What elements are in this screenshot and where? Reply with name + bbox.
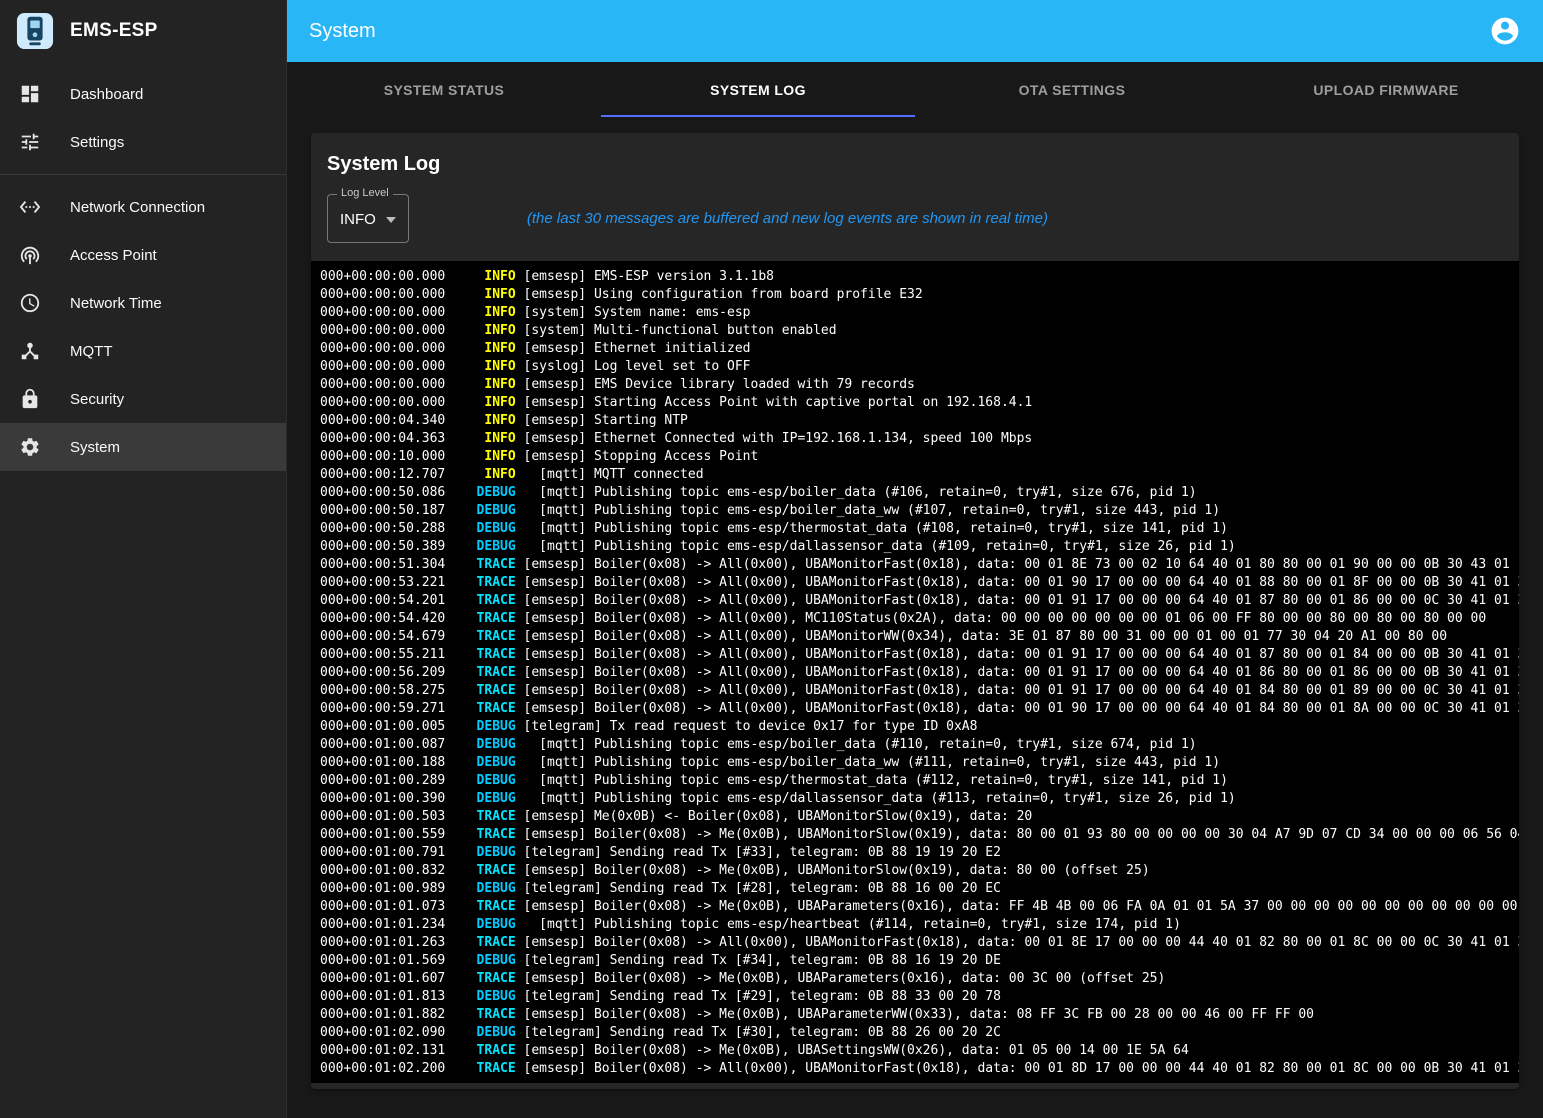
log-line: 000+00:01:01.569 DEBUG [telegram] Sendin… <box>320 952 1519 970</box>
log-line: 000+00:00:04.340 INFO [emsesp] Starting … <box>320 412 1519 430</box>
dashboard-icon <box>18 82 42 106</box>
log-line: 000+00:00:00.000 INFO [emsesp] Using con… <box>320 286 1519 304</box>
log-line: 000+00:00:53.221 TRACE [emsesp] Boiler(0… <box>320 574 1519 592</box>
log-level-select[interactable]: Log Level INFO <box>327 194 409 243</box>
sidebar-item-label: Access Point <box>70 247 157 264</box>
log-line: 000+00:00:00.000 INFO [emsesp] Ethernet … <box>320 340 1519 358</box>
log-line: 000+00:01:00.791 DEBUG [telegram] Sendin… <box>320 844 1519 862</box>
sidebar-item-mqtt[interactable]: MQTT <box>0 327 286 375</box>
log-lines: 000+00:00:00.000 INFO [emsesp] EMS-ESP v… <box>320 268 1519 1083</box>
page-title: System <box>309 20 1489 43</box>
card-title: System Log <box>327 153 1503 176</box>
log-line: 000+00:01:00.559 TRACE [emsesp] Boiler(0… <box>320 826 1519 844</box>
log-line: 000+00:00:51.304 TRACE [emsesp] Boiler(0… <box>320 556 1519 574</box>
tab-bar: SYSTEM STATUSSYSTEM LOGOTA SETTINGSUPLOA… <box>287 62 1543 117</box>
tab-system-status[interactable]: SYSTEM STATUS <box>287 62 601 117</box>
log-line: 000+00:00:50.288 DEBUG [mqtt] Publishing… <box>320 520 1519 538</box>
sidebar-item-label: MQTT <box>70 343 113 360</box>
log-line: 000+00:00:12.707 INFO [mqtt] MQTT connec… <box>320 466 1519 484</box>
log-line: 000+00:01:01.234 DEBUG [mqtt] Publishing… <box>320 916 1519 934</box>
log-line: 000+00:01:00.188 DEBUG [mqtt] Publishing… <box>320 754 1519 772</box>
system-log-card: System Log Log Level INFO (the last 30 m… <box>311 133 1519 1089</box>
sidebar-nav: Dashboard Settings Network Connection Acces… <box>0 62 286 471</box>
lock-icon <box>18 387 42 411</box>
app-title: EMS-ESP <box>70 20 158 42</box>
log-line: 000+00:01:02.131 TRACE [emsesp] Boiler(0… <box>320 1042 1519 1060</box>
log-line: 000+00:00:58.275 TRACE [emsesp] Boiler(0… <box>320 682 1519 700</box>
log-line: 000+00:01:00.005 DEBUG [telegram] Tx rea… <box>320 718 1519 736</box>
log-line: 000+00:00:56.209 TRACE [emsesp] Boiler(0… <box>320 664 1519 682</box>
account-icon[interactable] <box>1489 15 1521 47</box>
app-bar: System <box>287 0 1543 62</box>
sidebar-item-label: Settings <box>70 134 124 151</box>
log-level-value: INFO <box>340 211 376 228</box>
sidebar-item-dashboard[interactable]: Dashboard <box>0 70 286 118</box>
sidebar-divider <box>0 174 286 175</box>
sidebar-item-label: System <box>70 439 120 456</box>
log-line: 000+00:00:00.000 INFO [emsesp] Starting … <box>320 394 1519 412</box>
log-line: 000+00:00:50.187 DEBUG [mqtt] Publishing… <box>320 502 1519 520</box>
access-point-icon <box>18 243 42 267</box>
log-controls: Log Level INFO (the last 30 messages are… <box>327 194 1503 243</box>
sidebar-item-security[interactable]: Security <box>0 375 286 423</box>
gear-icon <box>18 435 42 459</box>
log-line: 000+00:00:54.201 TRACE [emsesp] Boiler(0… <box>320 592 1519 610</box>
sidebar-item-settings[interactable]: Settings <box>0 118 286 166</box>
log-line: 000+00:01:00.390 DEBUG [mqtt] Publishing… <box>320 790 1519 808</box>
log-line: 000+00:01:00.832 TRACE [emsesp] Boiler(0… <box>320 862 1519 880</box>
sidebar: EMS-ESP Dashboard Settings Network Connect… <box>0 0 287 1118</box>
log-line: 000+00:01:00.289 DEBUG [mqtt] Publishing… <box>320 772 1519 790</box>
log-level-label: Log Level <box>337 187 393 199</box>
log-line: 000+00:00:00.000 INFO [system] Multi-fun… <box>320 322 1519 340</box>
settings-tune-icon <box>18 130 42 154</box>
log-line: 000+00:01:00.087 DEBUG [mqtt] Publishing… <box>320 736 1519 754</box>
sidebar-item-network-time[interactable]: Network Time <box>0 279 286 327</box>
log-line: 000+00:01:02.200 TRACE [emsesp] Boiler(0… <box>320 1060 1519 1078</box>
dropdown-caret-icon <box>386 217 396 223</box>
main-column: System SYSTEM STATUSSYSTEM LOGOTA SETTIN… <box>287 0 1543 1118</box>
log-line: 000+00:01:01.073 TRACE [emsesp] Boiler(0… <box>320 898 1519 916</box>
log-line: 000+00:00:54.679 TRACE [emsesp] Boiler(0… <box>320 628 1519 646</box>
ems-esp-logo-icon <box>16 12 54 50</box>
sidebar-item-system[interactable]: System <box>0 423 286 471</box>
sidebar-item-label: Security <box>70 391 124 408</box>
network-connection-icon <box>18 195 42 219</box>
log-line: 000+00:00:04.363 INFO [emsesp] Ethernet … <box>320 430 1519 448</box>
sidebar-item-label: Network Time <box>70 295 162 312</box>
buffer-note: (the last 30 messages are buffered and n… <box>527 210 1048 227</box>
log-line: 000+00:01:01.813 DEBUG [telegram] Sendin… <box>320 988 1519 1006</box>
device-hub-icon <box>18 339 42 363</box>
sidebar-item-label: Network Connection <box>70 199 205 216</box>
tab-ota-settings[interactable]: OTA SETTINGS <box>915 62 1229 117</box>
clock-icon <box>18 291 42 315</box>
log-line: 000+00:00:10.000 INFO [emsesp] Stopping … <box>320 448 1519 466</box>
log-line: 000+00:01:01.882 TRACE [emsesp] Boiler(0… <box>320 1006 1519 1024</box>
sidebar-item-access-point[interactable]: Access Point <box>0 231 286 279</box>
log-line: 000+00:00:50.389 DEBUG [mqtt] Publishing… <box>320 538 1519 556</box>
log-line: 000+00:01:00.989 DEBUG [telegram] Sendin… <box>320 880 1519 898</box>
sidebar-header: EMS-ESP <box>0 0 286 62</box>
log-line: 000+00:00:50.086 DEBUG [mqtt] Publishing… <box>320 484 1519 502</box>
log-line: 000+00:00:00.000 INFO [syslog] Log level… <box>320 358 1519 376</box>
log-line: 000+00:01:02.090 DEBUG [telegram] Sendin… <box>320 1024 1519 1042</box>
log-line: 000+00:00:54.420 TRACE [emsesp] Boiler(0… <box>320 610 1519 628</box>
log-line: 000+00:00:00.000 INFO [emsesp] EMS Devic… <box>320 376 1519 394</box>
sidebar-item-network-connection[interactable]: Network Connection <box>0 183 286 231</box>
log-line: 000+00:01:01.607 TRACE [emsesp] Boiler(0… <box>320 970 1519 988</box>
log-line: 000+00:00:00.000 INFO [emsesp] EMS-ESP v… <box>320 268 1519 286</box>
log-line: 000+00:00:00.000 INFO [system] System na… <box>320 304 1519 322</box>
log-line: 000+00:01:00.503 TRACE [emsesp] Me(0x0B)… <box>320 808 1519 826</box>
log-console[interactable]: 000+00:00:00.000 INFO [emsesp] EMS-ESP v… <box>311 261 1519 1083</box>
sidebar-item-label: Dashboard <box>70 86 143 103</box>
app-root: EMS-ESP Dashboard Settings Network Connect… <box>0 0 1543 1118</box>
tab-upload-firmware[interactable]: UPLOAD FIRMWARE <box>1229 62 1543 117</box>
tab-system-log[interactable]: SYSTEM LOG <box>601 62 915 117</box>
log-line: 000+00:00:59.271 TRACE [emsesp] Boiler(0… <box>320 700 1519 718</box>
log-line: 000+00:01:01.263 TRACE [emsesp] Boiler(0… <box>320 934 1519 952</box>
log-line: 000+00:00:55.211 TRACE [emsesp] Boiler(0… <box>320 646 1519 664</box>
